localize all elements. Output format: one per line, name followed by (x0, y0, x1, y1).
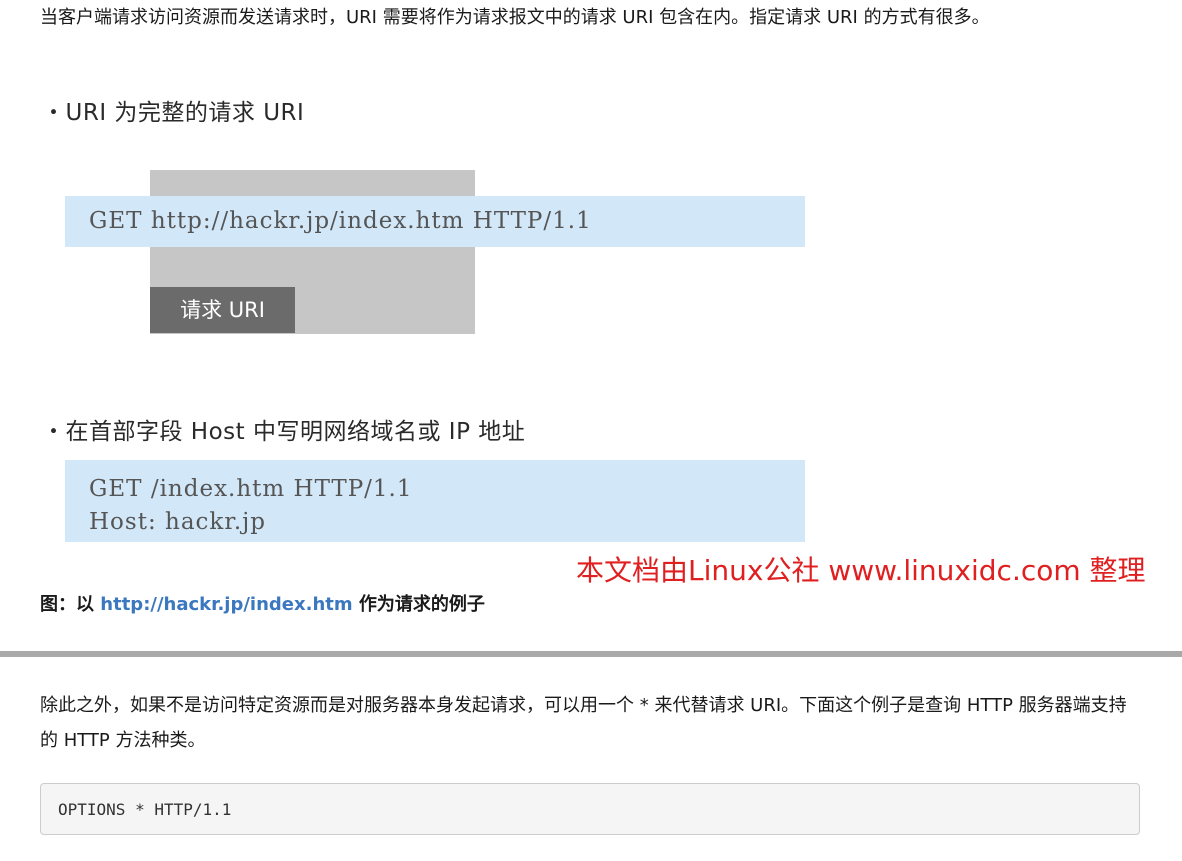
second-paragraph: 除此之外，如果不是访问特定资源而是对服务器本身发起请求，可以用一个 * 来代替请… (40, 695, 1127, 751)
watermark-text: 本文档由Linux公社 www.linuxidc.com 整理 (576, 554, 1146, 587)
figure-caption: 图：以 http://hackr.jp/index.htm 作为请求的例子 (40, 590, 485, 616)
code-block: OPTIONS * HTTP/1.1 (40, 783, 1140, 835)
section-divider (0, 651, 1182, 657)
full-uri-request-line: GET http://hackr.jp/index.htm HTTP/1.1 (89, 208, 592, 234)
request-uri-tag: 请求 URI (150, 287, 295, 333)
uri-highlight-top (150, 170, 475, 197)
host-request-line: GET /index.htm HTTP/1.1 (89, 476, 413, 502)
intro-paragraph: 当客户端请求访问资源而发送请求时，URI 需要将作为请求报文中的请求 URI 包… (40, 7, 990, 28)
diagram2-bullet: ・在首部字段 Host 中写明网络域名或 IP 地址 (42, 419, 526, 445)
caption-suffix: 作为请求的例子 (352, 594, 485, 615)
caption-prefix: 图：以 (40, 594, 101, 615)
diagram1-bullet: ・URI 为完整的请求 URI (42, 100, 305, 126)
host-header-line: Host: hackr.jp (89, 509, 266, 535)
caption-link[interactable]: http://hackr.jp/index.htm (100, 594, 352, 615)
